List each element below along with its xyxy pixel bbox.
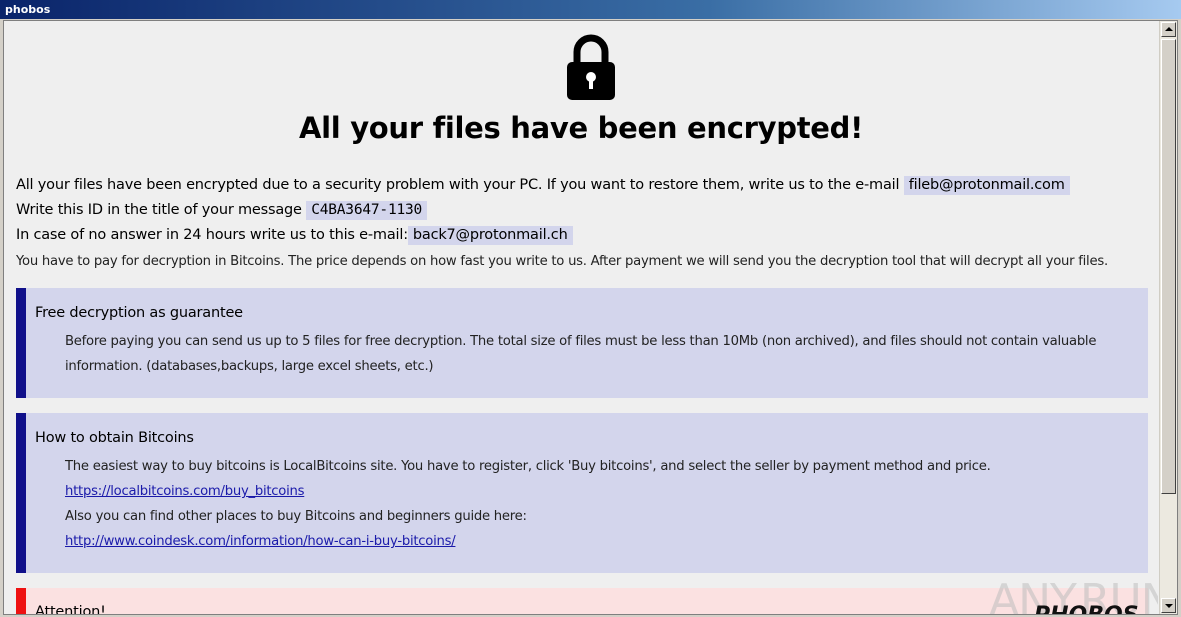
instruction-text: Write this ID in the title of your messa… [16, 202, 302, 218]
instruction-line-2: Write this ID in the title of your messa… [16, 201, 428, 220]
instruction-line-3: In case of no answer in 24 hours write u… [16, 226, 573, 245]
free-decryption-section: Free decryption as guarantee Before payi… [16, 288, 1148, 398]
note-content: All your files have been encrypted! All … [4, 21, 1158, 615]
padlock-icon [567, 34, 615, 100]
scroll-thumb[interactable] [1161, 39, 1176, 494]
section-title: Free decryption as guarantee [35, 305, 243, 321]
localbitcoins-link[interactable]: https://localbitcoins.com/buy_bitcoins [65, 484, 305, 499]
window-titlebar[interactable]: phobos [0, 0, 1181, 19]
bitcoin-text-2: Also you can find other places to buy Bi… [65, 509, 527, 524]
arrow-up-icon [1165, 27, 1173, 31]
ransom-note-window: All your files have been encrypted! All … [3, 20, 1178, 615]
section-body: Before paying you can send us up to 5 fi… [65, 334, 1097, 374]
instruction-text: In case of no answer in 24 hours write u… [16, 227, 408, 243]
bitcoin-section: How to obtain Bitcoins The easiest way t… [16, 413, 1148, 573]
section-title: How to obtain Bitcoins [35, 430, 194, 446]
scroll-down-button[interactable] [1161, 598, 1176, 613]
instruction-text: All your files have been encrypted due t… [16, 177, 900, 193]
vertical-scrollbar[interactable] [1159, 21, 1177, 614]
section-body: The easiest way to buy bitcoins is Local… [65, 454, 1135, 554]
instruction-line-1: All your files have been encrypted due t… [16, 176, 1070, 195]
victim-id: C4BA3647-1130 [306, 201, 428, 220]
page-title: All your files have been encrypted! [298, 111, 864, 145]
payment-note: You have to pay for decryption in Bitcoi… [16, 254, 1108, 269]
bitcoin-text-1: The easiest way to buy bitcoins is Local… [65, 459, 991, 474]
backup-email: back7@protonmail.ch [407, 226, 573, 245]
attention-section: Attention! [16, 588, 1148, 615]
phobos-logo: PHOBOS [1034, 603, 1139, 614]
primary-email: fileb@protonmail.com [903, 176, 1070, 195]
coindesk-link[interactable]: http://www.coindesk.com/information/how-… [65, 534, 456, 549]
window-title: phobos [5, 3, 51, 16]
section-title: Attention! [35, 604, 106, 615]
scroll-up-button[interactable] [1161, 22, 1176, 37]
arrow-down-icon [1165, 604, 1173, 608]
